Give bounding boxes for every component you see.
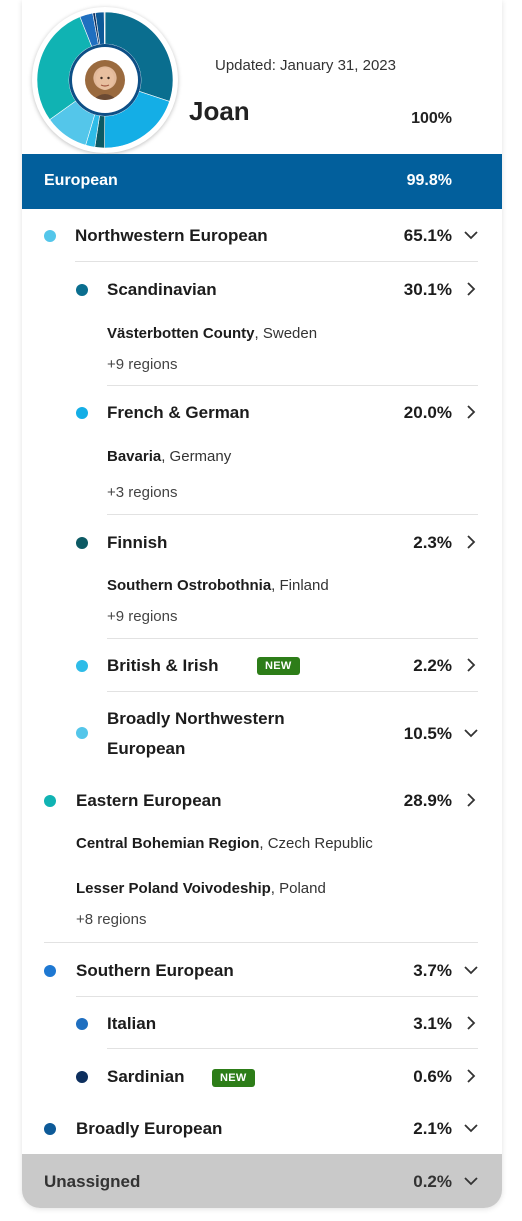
more-regions-link[interactable]: +8 regions xyxy=(76,911,146,928)
color-dot-icon xyxy=(76,1018,88,1030)
community-region[interactable]: Västerbotten County, Sweden xyxy=(107,325,317,342)
region-name: British & Irish xyxy=(107,656,219,675)
region-percent: 65.1% xyxy=(403,226,452,245)
more-regions-link[interactable]: +9 regions xyxy=(107,356,177,373)
donut-segment-unassigned xyxy=(103,11,106,45)
community-region[interactable]: Southern Ostrobothnia, Finland xyxy=(107,577,329,594)
updated-date: Updated: January 31, 2023 xyxy=(215,57,396,74)
region-row-northwestern-european[interactable]: Northwestern European 65.1% xyxy=(22,209,502,261)
region-name: Italian xyxy=(107,1014,157,1033)
color-dot-icon xyxy=(76,660,88,672)
color-dot-icon xyxy=(44,230,56,242)
chevron-right-icon[interactable] xyxy=(462,1067,480,1085)
region-percent: 2.2% xyxy=(413,656,452,675)
profile-photo xyxy=(93,68,117,100)
chevron-right-icon[interactable] xyxy=(462,280,480,298)
unassigned-label: Unassigned xyxy=(44,1172,141,1191)
chevron-down-icon[interactable] xyxy=(462,1172,480,1190)
color-dot-icon xyxy=(76,727,88,739)
region-row-broadly-european[interactable]: Broadly European 2.1% xyxy=(22,1101,502,1153)
community-region[interactable]: Bavaria, Germany xyxy=(107,448,231,465)
region-row-italian[interactable]: Italian 3.1% xyxy=(22,997,502,1048)
chevron-right-icon[interactable] xyxy=(462,656,480,674)
ethnicity-donut-chart xyxy=(32,7,178,153)
region-name: Scandinavian xyxy=(107,280,217,299)
color-dot-icon xyxy=(76,407,88,419)
community-region[interactable]: Central Bohemian Region, Czech Republic xyxy=(76,835,373,852)
estimate-header: Updated: January 31, 2023 Joan 100% xyxy=(22,0,502,155)
region-percent: 28.9% xyxy=(403,791,452,810)
community-region[interactable]: Lesser Poland Voivodeship, Poland xyxy=(76,880,326,897)
color-dot-icon xyxy=(44,1123,56,1135)
region-percent: 2.3% xyxy=(413,533,452,552)
region-name: Sardinian xyxy=(107,1067,185,1086)
chevron-down-icon[interactable] xyxy=(462,724,480,742)
region-name: Eastern European xyxy=(76,791,222,810)
ethnicity-estimate-card: Updated: January 31, 2023 Joan 100% Euro… xyxy=(22,0,502,1208)
color-dot-icon xyxy=(76,537,88,549)
region-row-scandinavian[interactable]: Scandinavian 30.1% Västerbotten County, … xyxy=(22,262,502,385)
region-name: Southern European xyxy=(76,961,234,980)
unassigned-percent: 0.2% xyxy=(413,1172,452,1191)
color-dot-icon xyxy=(44,965,56,977)
region-percent: 30.1% xyxy=(403,280,452,299)
chevron-down-icon[interactable] xyxy=(462,226,480,244)
color-dot-icon xyxy=(76,1071,88,1083)
region-row-french-german[interactable]: French & German 20.0% Bavaria, Germany +… xyxy=(22,386,502,514)
region-group-header[interactable]: European 99.8% xyxy=(22,154,502,209)
region-percent: 20.0% xyxy=(403,403,452,422)
chevron-right-icon[interactable] xyxy=(462,403,480,421)
group-name: European xyxy=(44,172,118,189)
chevron-right-icon[interactable] xyxy=(462,1014,480,1032)
region-row-southern-european[interactable]: Southern European 3.7% xyxy=(22,943,502,996)
color-dot-icon xyxy=(76,284,88,296)
region-percent: 2.1% xyxy=(413,1119,452,1138)
more-regions-link[interactable]: +9 regions xyxy=(107,608,177,625)
more-regions-link[interactable]: +3 regions xyxy=(107,484,177,501)
region-row-sardinian[interactable]: Sardinian NEW 0.6% xyxy=(22,1049,502,1101)
region-percent: 10.5% xyxy=(403,724,452,743)
group-percent: 99.8% xyxy=(406,172,452,189)
avatar[interactable] xyxy=(85,60,125,100)
new-badge: NEW xyxy=(257,657,300,675)
chevron-right-icon[interactable] xyxy=(462,533,480,551)
region-name-line2: European xyxy=(107,739,186,758)
region-percent: 3.1% xyxy=(413,1014,452,1033)
profile-name: Joan xyxy=(189,96,250,126)
chevron-right-icon[interactable] xyxy=(462,791,480,809)
region-percent: 3.7% xyxy=(413,961,452,980)
region-row-broadly-northwestern-european[interactable]: Broadly Northwestern European 10.5% xyxy=(22,692,502,774)
region-row-finnish[interactable]: Finnish 2.3% Southern Ostrobothnia, Finl… xyxy=(22,515,502,638)
region-row-eastern-european[interactable]: Eastern European 28.9% Central Bohemian … xyxy=(22,774,502,942)
color-dot-icon xyxy=(44,795,56,807)
total-percent: 100% xyxy=(411,110,452,127)
region-row-british-irish[interactable]: British & Irish NEW 2.2% xyxy=(22,639,502,691)
region-name-line1: Broadly Northwestern xyxy=(107,709,285,728)
region-name: Northwestern European xyxy=(75,226,268,245)
region-name: Broadly European xyxy=(76,1119,223,1138)
new-badge: NEW xyxy=(212,1069,255,1087)
chevron-down-icon[interactable] xyxy=(462,1119,480,1137)
region-name: French & German xyxy=(107,403,250,422)
region-name: Finnish xyxy=(107,533,168,552)
chevron-down-icon[interactable] xyxy=(462,961,480,979)
region-percent: 0.6% xyxy=(413,1067,452,1086)
unassigned-row[interactable]: Unassigned 0.2% xyxy=(22,1154,502,1208)
